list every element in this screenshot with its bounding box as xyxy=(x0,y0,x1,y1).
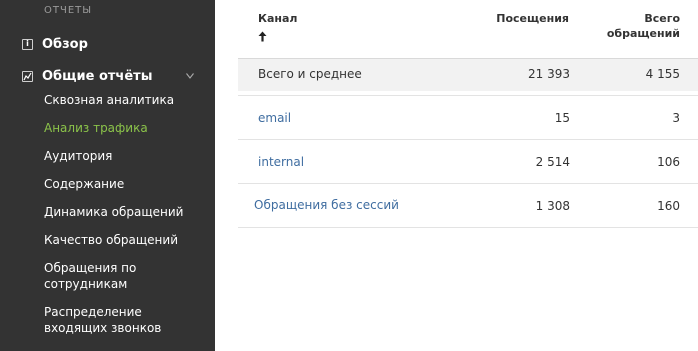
sidebar-item-audience[interactable]: Аудитория xyxy=(44,148,204,164)
table-cell-requests: 160 xyxy=(657,199,680,213)
row-divider xyxy=(238,183,698,184)
sidebar-item-overview-label: Обзор xyxy=(42,36,88,52)
sidebar-item-overview[interactable]: i Обзор xyxy=(22,34,88,54)
sidebar-item-requests-dynamics[interactable]: Динамика обращений xyxy=(44,204,204,220)
total-row-label: Всего и среднее xyxy=(258,67,362,81)
sidebar-item-incoming-calls-distribution[interactable]: Распределение входящих звонков xyxy=(44,304,174,336)
column-header-total-requests[interactable]: Всего обращений xyxy=(602,11,680,41)
row-divider xyxy=(238,139,698,140)
sidebar-item-requests-quality[interactable]: Качество обращений xyxy=(44,232,204,248)
chevron-down-icon[interactable] xyxy=(186,69,194,82)
sidebar-item-content[interactable]: Содержание xyxy=(44,176,204,192)
column-header-visits[interactable]: Посещения xyxy=(468,11,569,26)
total-row-visits: 21 393 xyxy=(528,67,570,81)
total-row-requests: 4 155 xyxy=(645,67,680,81)
info-icon: i xyxy=(22,38,33,50)
table-cell-visits: 1 308 xyxy=(535,199,570,213)
table-cell-visits: 2 514 xyxy=(535,155,570,169)
column-header-channel[interactable]: Канал xyxy=(258,11,298,26)
sidebar-item-requests-by-employees[interactable]: Обращения по сотрудникам xyxy=(44,260,164,292)
table-cell-requests: 3 xyxy=(672,111,680,125)
sidebar-item-general-reports[interactable]: Общие отчёты xyxy=(22,66,152,86)
chart-icon xyxy=(22,70,33,82)
sort-arrow-up-icon[interactable] xyxy=(258,27,267,46)
row-divider xyxy=(238,95,698,96)
row-divider xyxy=(238,227,698,228)
sidebar-item-general-reports-label: Общие отчёты xyxy=(42,68,153,84)
sidebar-item-end-to-end-analytics[interactable]: Сквозная аналитика xyxy=(44,92,204,108)
channel-link-requests-without-sessions[interactable]: Обращения без сессий xyxy=(254,197,399,213)
channel-link-internal[interactable]: internal xyxy=(258,154,304,170)
sidebar: ОТЧЕТЫ i Обзор Общие отчёты Сквозная ана… xyxy=(0,0,215,351)
channel-link-email[interactable]: email xyxy=(258,110,291,126)
table-cell-visits: 15 xyxy=(554,111,570,125)
table-cell-requests: 106 xyxy=(657,155,680,169)
sidebar-item-traffic-analysis[interactable]: Анализ трафика xyxy=(44,120,204,136)
sidebar-section-title: ОТЧЕТЫ xyxy=(44,5,93,16)
